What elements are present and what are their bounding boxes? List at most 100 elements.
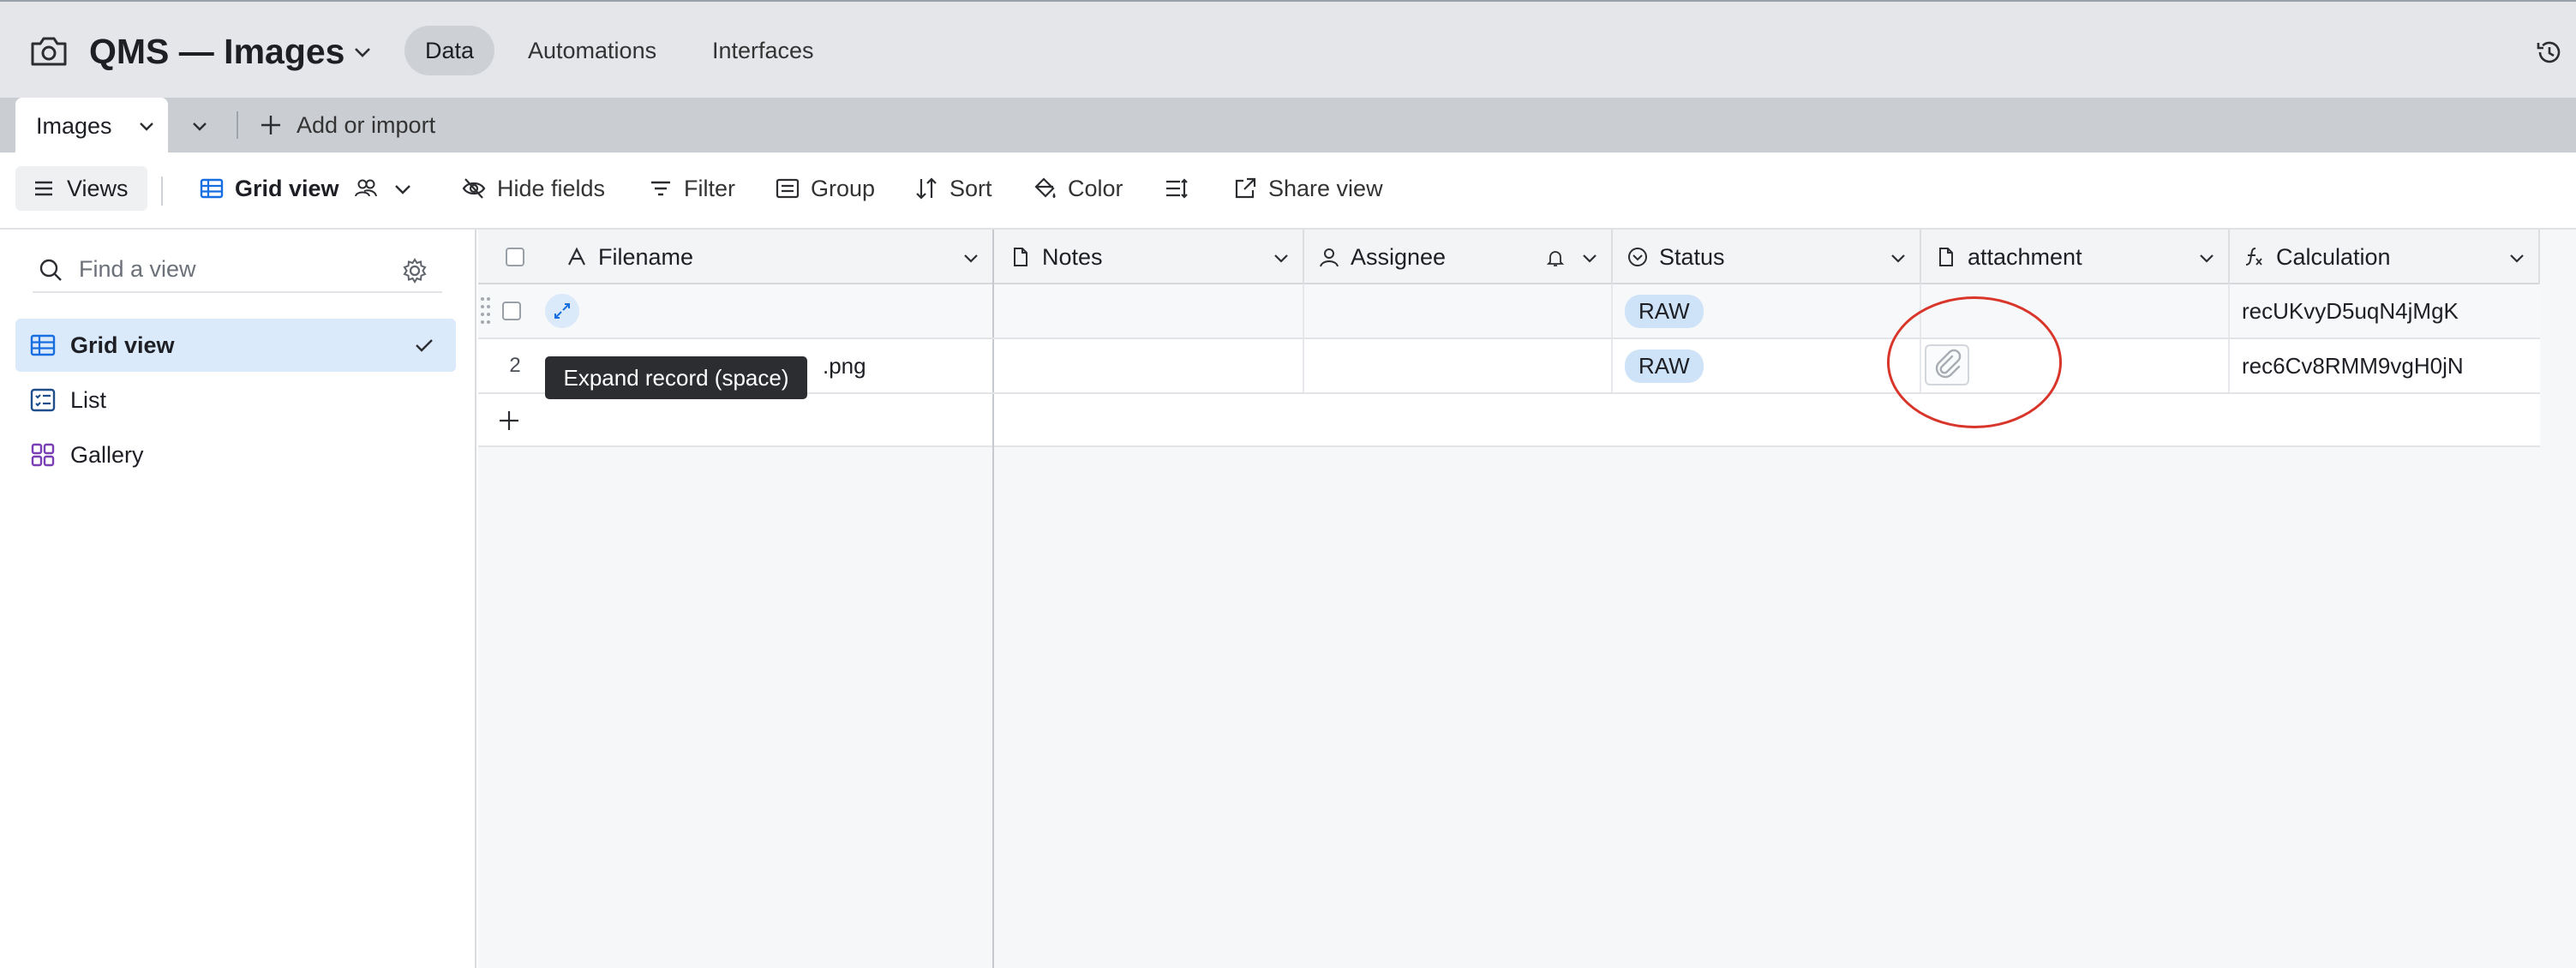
add-or-import-button[interactable]: Add or import [259, 110, 435, 140]
bell-icon[interactable] [1546, 248, 1565, 267]
group-label: Group [811, 175, 876, 201]
nav-tab-automations[interactable]: Automations [507, 26, 677, 75]
chevron-down-icon[interactable] [1272, 248, 1291, 267]
cell-assignee[interactable] [1304, 339, 1613, 392]
column-header-label: Notes [1042, 243, 1103, 270]
filter-icon [648, 176, 674, 201]
row-number: 2 [509, 354, 521, 377]
drag-handle-icon[interactable] [480, 294, 492, 328]
menu-icon [33, 177, 55, 200]
camera-icon[interactable] [29, 34, 69, 69]
views-button[interactable]: Views [15, 166, 147, 211]
plus-icon [259, 113, 283, 137]
plus-icon [500, 411, 518, 430]
share-icon [1232, 176, 1258, 201]
sort-button[interactable]: Sort [914, 171, 992, 206]
table-tab-label: Images [36, 113, 112, 139]
sidebar-item-label: Gallery [70, 441, 144, 468]
check-icon [413, 334, 435, 356]
views-sidebar: Grid view List Gallery [0, 230, 476, 968]
select-all-checkbox[interactable] [506, 248, 524, 266]
expand-record-tooltip: Expand record (space) [545, 356, 807, 399]
cell-calculation[interactable]: recUKvyD5uqN4jMgK [2230, 284, 2540, 338]
chevron-down-icon[interactable] [1889, 248, 1908, 267]
cell-notes[interactable] [996, 284, 1304, 338]
table-tab-images[interactable]: Images [15, 98, 168, 152]
grid-icon [29, 332, 57, 359]
cell-status[interactable]: RAW [1613, 284, 1921, 338]
chevron-down-icon[interactable] [137, 117, 156, 135]
cell-status[interactable]: RAW [1613, 339, 1921, 392]
select-all-cell [478, 230, 552, 284]
cell-assignee[interactable] [1304, 284, 1613, 338]
column-header-status[interactable]: Status [1613, 230, 1921, 284]
row-selector [478, 284, 552, 338]
views-label: Views [67, 175, 129, 201]
chevron-down-icon[interactable] [190, 117, 209, 135]
column-header-calculation[interactable]: Calculation [2230, 230, 2540, 284]
column-header-filename[interactable]: Filename [552, 230, 994, 284]
list-icon [29, 386, 57, 414]
status-badge: RAW [1625, 294, 1704, 328]
sidebar-item-list[interactable]: List [15, 373, 456, 427]
chevron-down-icon[interactable] [2507, 248, 2526, 267]
text-field-icon [566, 246, 588, 268]
expand-record-button[interactable] [545, 294, 579, 328]
filter-button[interactable]: Filter [648, 171, 735, 206]
share-view-label: Share view [1268, 175, 1383, 201]
add-record-button[interactable] [478, 394, 994, 447]
gear-icon[interactable] [401, 257, 428, 284]
chevron-down-icon[interactable] [1580, 248, 1599, 267]
grid-view-switcher[interactable]: Grid view [199, 171, 423, 206]
status-badge: RAW [1625, 349, 1704, 383]
sidebar-item-grid-view[interactable]: Grid view [15, 319, 456, 372]
column-header-label: attachment [1968, 243, 2082, 270]
column-header-label: Calculation [2276, 243, 2391, 270]
cell-calculation[interactable]: rec6Cv8RMM9vgH0jN [2230, 339, 2540, 392]
chevron-down-icon[interactable] [2197, 248, 2216, 267]
table-row[interactable]: RAW recUKvyD5uqN4jMgK [478, 284, 2540, 339]
hide-fields-label: Hide fields [497, 175, 606, 201]
add-or-import-label: Add or import [297, 111, 436, 138]
chevron-down-icon[interactable] [392, 178, 413, 199]
color-button[interactable]: Color [1032, 171, 1123, 206]
app-header: QMS — Images Data Automations Interfaces [0, 0, 2576, 98]
gallery-icon [29, 441, 57, 469]
column-header-assignee[interactable]: Assignee [1304, 230, 1613, 284]
annotation-circle [1887, 296, 2062, 428]
base-title[interactable]: QMS — Images [89, 27, 344, 75]
column-header-attachment[interactable]: attachment [1921, 230, 2230, 284]
add-row[interactable] [478, 394, 2540, 447]
table-tabbar: Images Add or import [0, 98, 2576, 152]
search-icon [38, 257, 63, 283]
row-checkbox[interactable] [502, 302, 521, 320]
view-toolbar: Views Grid view Hide fields Filter Group [0, 152, 2576, 230]
share-view-button[interactable]: Share view [1232, 171, 1383, 206]
formula-icon [2244, 246, 2266, 268]
column-header-label: Filename [598, 243, 694, 270]
group-button[interactable]: Group [775, 171, 875, 206]
history-icon[interactable] [2535, 38, 2564, 67]
cell-notes[interactable] [996, 339, 1304, 392]
nav-tab-data[interactable]: Data [404, 26, 495, 75]
filter-label: Filter [684, 175, 735, 201]
find-view-input[interactable] [79, 252, 370, 286]
document-icon [1009, 246, 1032, 268]
paint-bucket-icon [1032, 176, 1057, 201]
sidebar-item-gallery[interactable]: Gallery [15, 428, 456, 481]
chevron-down-icon[interactable] [962, 248, 980, 267]
view-search [33, 248, 442, 293]
column-header-notes[interactable]: Notes [996, 230, 1304, 284]
row-height-button[interactable] [1164, 171, 1200, 206]
cell-filename[interactable] [552, 284, 994, 338]
sidebar-item-label: Grid view [70, 332, 175, 358]
chevron-down-icon[interactable] [351, 41, 374, 63]
hide-fields-button[interactable]: Hide fields [461, 171, 605, 206]
divider [161, 176, 163, 206]
nav-tab-interfaces[interactable]: Interfaces [692, 26, 835, 75]
data-grid: Filename Notes Assignee Status attachmen… [478, 230, 2576, 968]
collaborators-icon [353, 176, 379, 201]
sidebar-item-label: List [70, 386, 107, 413]
color-label: Color [1068, 175, 1123, 201]
sort-icon [914, 176, 939, 201]
